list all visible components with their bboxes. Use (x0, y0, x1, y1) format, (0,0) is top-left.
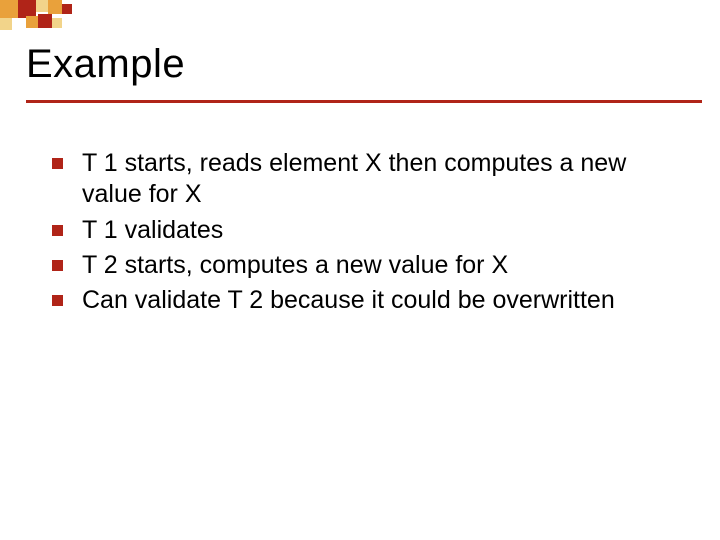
title-underline (26, 100, 702, 103)
bullet-text: T 2 starts, computes a new value for X (82, 251, 508, 279)
bullet-text: T 1 starts, reads element X then compute… (82, 149, 626, 208)
corner-decoration (0, 0, 130, 34)
bullet-text: T 1 validates (82, 216, 223, 244)
slide-title: Example (26, 42, 694, 87)
bullet-list: T 1 starts, reads element X then compute… (52, 148, 680, 320)
list-item: T 1 validates (52, 215, 680, 246)
slide: Example T 1 starts, reads element X then… (0, 0, 720, 540)
list-item: T 2 starts, computes a new value for X (52, 250, 680, 281)
title-area: Example (26, 42, 694, 87)
bullet-text: Can validate T 2 because it could be ove… (82, 286, 615, 314)
list-item: T 1 starts, reads element X then compute… (52, 148, 680, 211)
list-item: Can validate T 2 because it could be ove… (52, 285, 680, 316)
